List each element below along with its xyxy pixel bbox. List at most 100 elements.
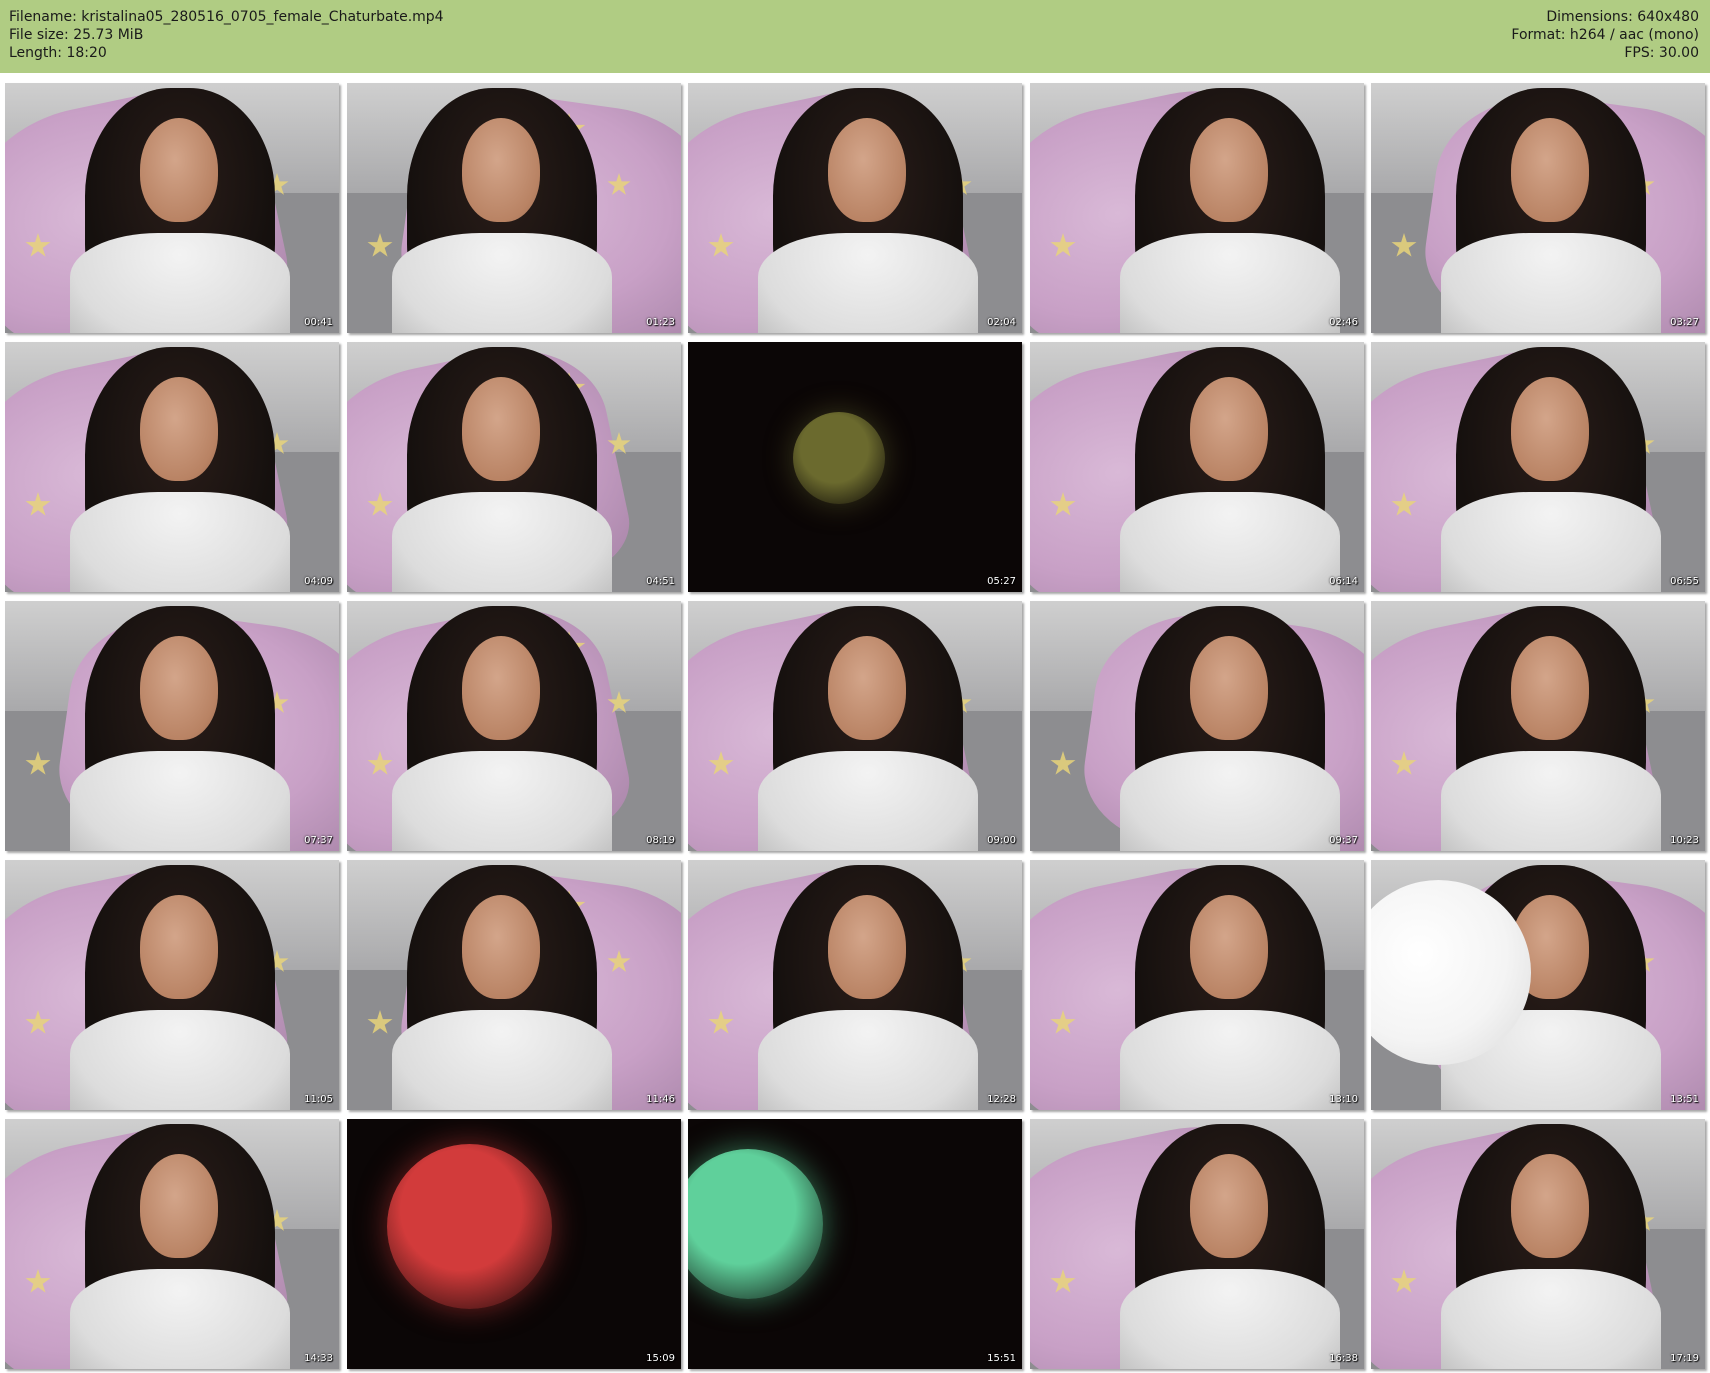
face [1511,1154,1589,1258]
video-frame-thumbnail: 15:09 [347,1119,681,1369]
timestamp-label: 13:51 [1670,1094,1699,1105]
timestamp-label: 15:51 [987,1353,1016,1364]
video-frame-thumbnail: 17:19 [1371,1119,1705,1369]
white-top [70,233,290,333]
timestamp-label: 11:05 [304,1094,333,1105]
video-frame-thumbnail: 00:41 [5,83,339,333]
timestamp-label: 02:46 [1329,317,1358,328]
white-top [392,233,612,333]
face [140,377,218,481]
timestamp-label: 09:00 [987,835,1016,846]
video-frame-thumbnail: 13:10 [1030,860,1364,1110]
face [462,377,540,481]
video-frame-thumbnail: 09:37 [1030,601,1364,851]
face [1190,1154,1268,1258]
white-top [70,751,290,851]
timestamp-label: 12:28 [987,1094,1016,1105]
balloon [387,1144,552,1309]
white-top [392,1010,612,1110]
timestamp-label: 15:09 [646,1353,675,1364]
face [1511,118,1589,222]
video-frame-thumbnail: 12:28 [688,860,1022,1110]
length-text: Length: 18:20 [9,45,107,61]
face [1190,118,1268,222]
video-frame-thumbnail: 03:27 [1371,83,1705,333]
video-frame-thumbnail: 13:51 [1371,860,1705,1110]
white-top [1120,1010,1340,1110]
video-frame-thumbnail: 02:04 [688,83,1022,333]
face [1190,636,1268,740]
face [828,118,906,222]
white-top [1441,492,1661,592]
timestamp-label: 04:09 [304,576,333,587]
video-frame-thumbnail: 01:23 [347,83,681,333]
fps-text: FPS: 30.00 [1624,45,1699,61]
face [462,118,540,222]
face [140,118,218,222]
video-frame-thumbnail: 10:23 [1371,601,1705,851]
file-info-right: Dimensions: 640x480 Format: h264 / aac (… [1511,8,1699,62]
white-top [1120,751,1340,851]
dimensions-text: Dimensions: 640x480 [1546,9,1699,25]
face [140,1154,218,1258]
timestamp-label: 09:37 [1329,835,1358,846]
face [462,636,540,740]
face [1511,636,1589,740]
timestamp-label: 16:38 [1329,1353,1358,1364]
timestamp-label: 03:27 [1670,317,1699,328]
white-top [758,751,978,851]
video-frame-thumbnail: 11:46 [347,860,681,1110]
timestamp-label: 01:23 [646,317,675,328]
video-frame-thumbnail: 04:51 [347,342,681,592]
video-frame-thumbnail: 11:05 [5,860,339,1110]
filename-text: Filename: kristalina05_280516_0705_femal… [9,9,444,25]
thumbnail-grid: 00:41 01:23 02:04 02:46 03:27 04:09 04:51 05:27… [5,83,1705,1369]
timestamp-label: 10:23 [1670,835,1699,846]
face [828,895,906,999]
video-frame-thumbnail: 07:37 [5,601,339,851]
white-top [1120,1269,1340,1369]
white-top [70,492,290,592]
video-frame-thumbnail: 05:27 [688,342,1022,592]
timestamp-label: 11:46 [646,1094,675,1105]
video-frame-thumbnail: 02:46 [1030,83,1364,333]
timestamp-label: 07:37 [304,835,333,846]
timestamp-label: 08:19 [646,835,675,846]
white-top [1120,492,1340,592]
video-frame-thumbnail: 14:33 [5,1119,339,1369]
face [1511,377,1589,481]
file-info-header: Filename: kristalina05_280516_0705_femal… [0,0,1710,73]
timestamp-label: 00:41 [304,317,333,328]
video-frame-thumbnail: 15:51 [688,1119,1022,1369]
video-frame-thumbnail: 16:38 [1030,1119,1364,1369]
face [140,636,218,740]
white-top [1120,233,1340,333]
face [140,895,218,999]
white-top [392,492,612,592]
timestamp-label: 14:33 [304,1353,333,1364]
timestamp-label: 05:27 [987,576,1016,587]
timestamp-label: 06:55 [1670,576,1699,587]
face [462,895,540,999]
balloon [793,412,885,504]
filesize-text: File size: 25.73 MiB [9,27,144,43]
white-top [392,751,612,851]
white-top [758,1010,978,1110]
face [1190,377,1268,481]
white-top [1441,233,1661,333]
video-frame-thumbnail: 04:09 [5,342,339,592]
video-frame-thumbnail: 09:00 [688,601,1022,851]
timestamp-label: 17:19 [1670,1353,1699,1364]
face [1190,895,1268,999]
timestamp-label: 02:04 [987,317,1016,328]
white-top [70,1269,290,1369]
white-top [1441,1269,1661,1369]
timestamp-label: 13:10 [1329,1094,1358,1105]
timestamp-label: 06:14 [1329,576,1358,587]
white-top [758,233,978,333]
face [828,636,906,740]
white-top [1441,751,1661,851]
file-info-left: Filename: kristalina05_280516_0705_femal… [9,8,444,62]
timestamp-label: 04:51 [646,576,675,587]
white-top [70,1010,290,1110]
